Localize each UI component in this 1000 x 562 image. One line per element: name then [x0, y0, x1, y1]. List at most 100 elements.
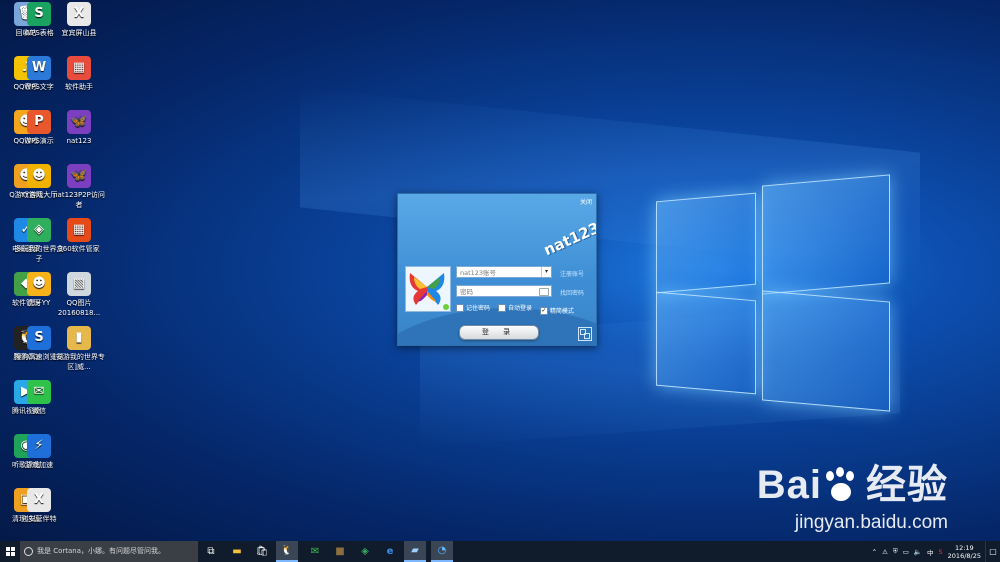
desktop-icon-label: 360软件管家 — [58, 245, 100, 253]
app-icon: P — [27, 110, 51, 134]
remember-password-checkbox[interactable]: 记住密码 — [456, 303, 490, 312]
desktop-icon[interactable]: ▮ [安游我的世界专区]威... — [53, 326, 105, 372]
app-icon: X — [27, 488, 51, 512]
minecraft-box-taskbar-icon[interactable]: ◈ — [354, 541, 376, 562]
qr-code-icon[interactable] — [578, 327, 592, 341]
app-icon: ▮ — [67, 326, 91, 350]
online-status-icon — [443, 304, 449, 310]
login-button[interactable]: 登 录 — [459, 325, 539, 340]
app-icon: ▦ — [67, 56, 91, 80]
warning-icon[interactable]: ⚠ — [882, 548, 888, 556]
app-icon: S — [27, 2, 51, 26]
app-icon: 🦋 — [67, 110, 91, 134]
volume-icon[interactable]: 🔈 — [914, 548, 922, 556]
username-placeholder: nat123账号 — [460, 269, 497, 277]
check-icon: ✓ — [539, 306, 548, 315]
windows-logo-pane — [656, 192, 756, 294]
ime-indicator[interactable]: 中 — [927, 547, 934, 557]
start-button[interactable] — [0, 541, 20, 562]
desktop-icon-label: [安游我的世界专区]威... — [53, 353, 105, 371]
watermark-brand-right: 经验 — [866, 463, 948, 507]
app-icon: S — [27, 326, 51, 350]
edge-icon[interactable]: e — [379, 541, 401, 562]
butterfly-icon — [409, 273, 445, 305]
compact-label: 精简模式 — [549, 308, 574, 315]
checkbox-box — [456, 303, 464, 312]
cortana-placeholder: 我是 Cortana，小娜。有问题尽管问我。 — [37, 547, 166, 555]
windows-icon — [5, 547, 15, 556]
app-taskbar-icon[interactable]: ▰ — [404, 541, 426, 562]
clock-time: 12:19 — [954, 543, 974, 552]
desktop-icon-label: QQ图片20160818... — [57, 299, 101, 317]
nat123-login-dialog: 关闭 nat123 nat123账号 ▾ 密码 注册账号 找回密码 记住密码 自… — [397, 193, 597, 346]
register-link[interactable]: 注册账号 — [560, 269, 584, 278]
desktop-icon[interactable]: ▦ 软件助手 — [53, 56, 105, 92]
username-field[interactable]: nat123账号 ▾ — [456, 266, 552, 278]
sogou-icon[interactable]: S — [939, 548, 943, 556]
watermark-url: jingyan.baidu.com — [794, 512, 948, 533]
system-tray: ⌃ ⚠ ⛨ ▭ 🔈 中 S 12:19 2016/8/25 ▢ — [872, 541, 1000, 562]
desktop-icon[interactable]: X 宜宾屏山县 — [53, 2, 105, 38]
windows-logo-pane — [762, 290, 890, 412]
desktop-icon-label: 游戏加速 — [25, 461, 53, 469]
shield-icon[interactable]: ⛨ — [893, 547, 898, 556]
desktop-icon[interactable]: X 江安营伴特 — [13, 488, 65, 524]
avatar — [405, 266, 451, 312]
app-icon: ▧ — [67, 272, 91, 296]
store-icon[interactable]: 🛍 — [251, 541, 273, 562]
app-icon: ☻ — [27, 164, 51, 188]
desktop-icon[interactable]: ▦ 360软件管家 — [53, 218, 105, 254]
watermark-brand: Bai 经验 — [757, 452, 948, 510]
baidu-paw-icon — [822, 467, 866, 507]
password-placeholder: 密码 — [460, 288, 473, 296]
chevron-down-icon[interactable]: ▾ — [541, 267, 551, 277]
windows-logo-pane — [656, 291, 756, 395]
nat123-brand-logo: nat123 — [540, 218, 597, 260]
desktop-icon-label: 软件助手 — [65, 83, 93, 91]
desktop-icon-label: nat123 — [66, 137, 92, 145]
compact-mode-checkbox[interactable]: ✓ 精简模式 — [539, 306, 574, 315]
desktop-icon-label: 微信 — [32, 407, 46, 415]
notification-icon[interactable]: ▢ — [985, 541, 1000, 562]
app-icon: ⚡ — [27, 434, 51, 458]
keyboard-icon[interactable] — [539, 288, 549, 296]
forgot-password-link[interactable]: 找回密码 — [560, 288, 584, 297]
remember-label: 记住密码 — [466, 305, 491, 312]
app-icon: 🦋 — [67, 164, 91, 188]
clock-date: 2016/8/25 — [947, 551, 981, 560]
baidu-jingyan-watermark: Bai 经验 jingyan.baidu.com — [757, 452, 948, 534]
taskbar: 我是 Cortana，小娜。有问题尽管问我。 ⧉ ▬ 🛍 🐧 ✉ ■ ◈ e ▰… — [0, 541, 1000, 562]
browser-taskbar-icon[interactable]: ◔ — [431, 541, 453, 562]
auto-login-checkbox[interactable]: 自动登录 — [497, 303, 532, 312]
windows-logo-pane — [762, 174, 890, 295]
wechat-taskbar-icon[interactable]: ✉ — [304, 541, 326, 562]
app-icon: ✉ — [27, 380, 51, 404]
app-icon: ▦ — [67, 218, 91, 242]
desktop-icon-label: nat123P2P访问者 — [53, 191, 105, 209]
app-icon: ◈ — [27, 218, 51, 242]
desktop-icon[interactable]: ▧ QQ图片20160818... — [53, 272, 105, 318]
watermark-brand-left: Bai — [756, 463, 822, 507]
close-button[interactable]: 关闭 — [580, 197, 592, 206]
password-field[interactable]: 密码 — [456, 285, 552, 297]
desktop-icon[interactable]: ✉ 微信 — [13, 380, 65, 416]
task-view-button[interactable]: ⧉ — [200, 541, 222, 562]
desktop-icon[interactable]: ⚡ 游戏加速 — [13, 434, 65, 470]
checkbox-box — [497, 303, 506, 312]
network-icon[interactable]: ▭ — [903, 548, 909, 556]
desktop-icon[interactable]: 🦋 nat123 — [53, 110, 105, 146]
desktop-icon-label: 宜宾屏山县 — [61, 29, 97, 37]
app-icon: W — [27, 56, 51, 80]
app-icon: X — [67, 2, 91, 26]
app-icon: ☻ — [27, 272, 51, 296]
desktop-icon-label: 江安营伴特 — [21, 515, 57, 523]
login-options: 记住密码 自动登录 ✓ 精简模式 — [456, 303, 596, 315]
autologin-label: 自动登录 — [507, 305, 532, 312]
chevron-up-icon[interactable]: ⌃ — [872, 548, 877, 556]
minecraft-taskbar-icon[interactable]: ■ — [329, 541, 351, 562]
cortana-search-box[interactable]: 我是 Cortana，小娜。有问题尽管问我。 — [20, 541, 198, 562]
file-explorer-icon[interactable]: ▬ — [226, 541, 248, 562]
desktop-icon[interactable]: 🦋 nat123P2P访问者 — [53, 164, 105, 210]
clock[interactable]: 12:19 2016/8/25 — [948, 544, 981, 560]
qq-taskbar-icon[interactable]: 🐧 — [276, 541, 298, 562]
